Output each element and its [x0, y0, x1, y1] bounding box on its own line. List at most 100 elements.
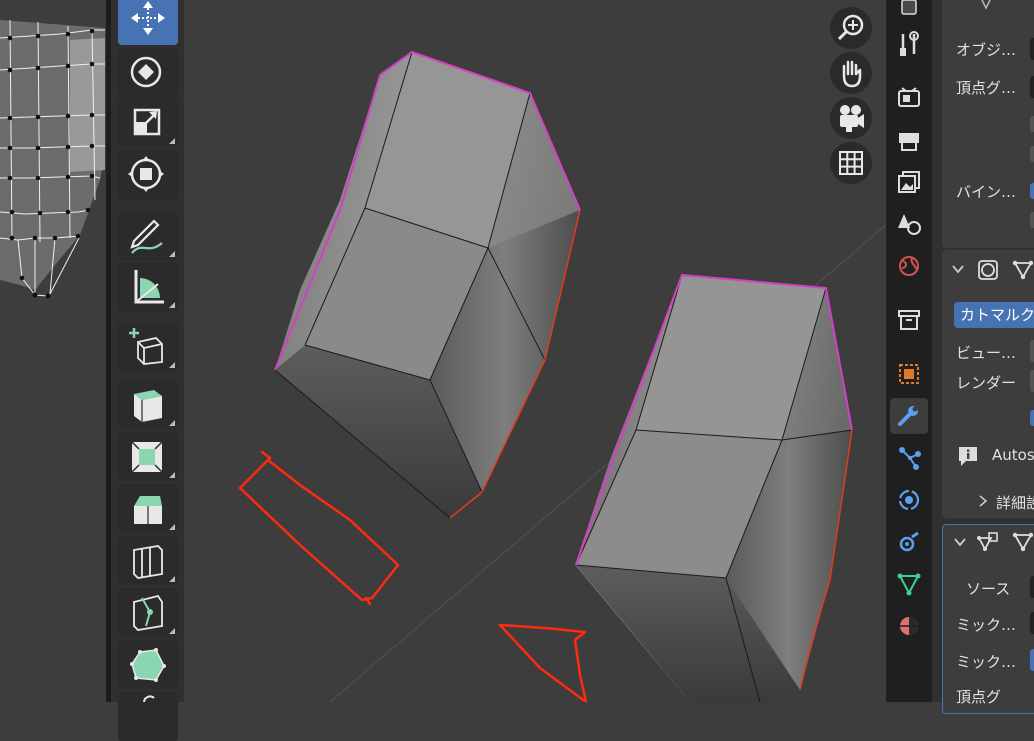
- toggle-ortho-button[interactable]: [830, 142, 872, 184]
- viewport-levels-field[interactable]: [1030, 340, 1034, 362]
- spin-icon: [143, 695, 155, 703]
- archive-box-icon: [898, 310, 920, 330]
- annotation-strokes: [238, 450, 588, 702]
- submenu-corner-icon: [169, 302, 175, 308]
- tab-object[interactable]: [890, 356, 928, 392]
- tab-scene[interactable]: [890, 206, 928, 242]
- catmull-clark-button[interactable]: カトマルク: [954, 302, 1034, 328]
- object-icon: [899, 364, 919, 384]
- tool-icon: [901, 0, 917, 15]
- submenu-corner-icon: [169, 251, 175, 257]
- chevron-down-icon[interactable]: [950, 262, 966, 276]
- chevron-right-icon[interactable]: [976, 493, 990, 509]
- physics-icon: [898, 489, 920, 511]
- measure-tool-button[interactable]: [118, 262, 178, 311]
- submenu-corner-icon: [169, 628, 175, 634]
- zoom-icon: [837, 14, 864, 41]
- modifier-icon: [981, 0, 991, 10]
- autosmooth-info-text: Autos: [992, 446, 1034, 464]
- option-checkbox-2[interactable]: [1030, 146, 1034, 162]
- object-field[interactable]: [1030, 38, 1034, 60]
- bind-label: バイン…: [956, 183, 1017, 201]
- rotate-icon: [130, 56, 162, 88]
- mix-factor-field[interactable]: [1030, 649, 1034, 671]
- submenu-corner-icon: [169, 576, 175, 582]
- add-cube-tool-button[interactable]: [118, 322, 178, 371]
- material-icon: [900, 617, 918, 635]
- grid-icon: [839, 151, 863, 175]
- transform-icon: [128, 156, 164, 192]
- render-levels-label: レンダー: [956, 374, 1017, 392]
- tab-collection[interactable]: [890, 302, 928, 338]
- camera-view-button[interactable]: [830, 97, 872, 139]
- transform-tool-button[interactable]: [118, 150, 178, 199]
- mix-mode-label: ミック…: [956, 616, 1017, 634]
- mesh-data-icon: [897, 573, 921, 596]
- option-checkbox-1[interactable]: [1030, 116, 1034, 132]
- properties-editor: オブジ… 頂点グ… バイン… カトマルク ビュー… レンダー Autos 詳細設: [932, 0, 1034, 714]
- extrude-tool-button[interactable]: [118, 380, 178, 429]
- wrench-icon: [898, 406, 918, 426]
- bind-checkbox[interactable]: [1030, 183, 1034, 199]
- background-mesh: [0, 19, 105, 297]
- tab-constraints[interactable]: [890, 524, 928, 560]
- properties-tab-strip: [886, 0, 932, 702]
- modifier-panel-1: [942, 0, 1034, 248]
- annotate-tool-button[interactable]: [118, 211, 178, 260]
- particles-icon: [899, 447, 921, 470]
- submenu-corner-icon: [169, 362, 175, 368]
- advanced-subpanel-label[interactable]: 詳細設: [996, 492, 1034, 513]
- optimal-display-checkbox[interactable]: [1030, 410, 1034, 426]
- loop-cut-tool-button[interactable]: [118, 536, 178, 585]
- vertex-group-label-2: 頂点グ: [956, 688, 1002, 706]
- render-levels-field[interactable]: [1030, 370, 1034, 392]
- edit-mode-toggle-icon[interactable]: [1010, 258, 1034, 282]
- tab-modifiers[interactable]: [890, 398, 928, 434]
- scale-tool-button[interactable]: [118, 98, 178, 147]
- chevron-down-icon[interactable]: [952, 535, 968, 549]
- camera-icon: [840, 105, 864, 132]
- tab-active-tool[interactable]: [890, 0, 928, 26]
- bevel-tool-button[interactable]: [118, 484, 178, 533]
- poly-build-icon: [130, 648, 166, 682]
- knife-tool-button[interactable]: [118, 588, 178, 637]
- wrench-screwdriver-icon: [900, 31, 919, 56]
- tab-render[interactable]: [890, 80, 928, 116]
- edit-mode-toggle-icon[interactable]: [1010, 530, 1034, 554]
- tab-tool-settings[interactable]: [890, 26, 928, 62]
- mix-mode-field[interactable]: [1030, 612, 1034, 634]
- tab-physics[interactable]: [890, 482, 928, 518]
- tab-material[interactable]: [890, 608, 928, 644]
- tab-output[interactable]: [890, 122, 928, 158]
- subdivision-surface-icon: [978, 260, 998, 280]
- tab-particles[interactable]: [890, 440, 928, 476]
- option-checkbox-3[interactable]: [1030, 212, 1034, 228]
- tab-object-data[interactable]: [890, 566, 928, 602]
- vertex-group-label: 頂点グ…: [956, 79, 1017, 97]
- source-field[interactable]: [1030, 576, 1034, 598]
- info-icon: [959, 447, 977, 466]
- move-tool-button[interactable]: [118, 0, 178, 45]
- submenu-corner-icon: [169, 420, 175, 426]
- hand-pan-icon: [842, 60, 862, 88]
- world-icon: [899, 256, 919, 276]
- zoom-button[interactable]: [830, 7, 872, 49]
- tab-view-layer[interactable]: [890, 164, 928, 200]
- rotate-tool-button[interactable]: [118, 48, 178, 97]
- tab-world[interactable]: [890, 248, 928, 284]
- data-transfer-icon: [977, 532, 998, 551]
- render-icon: [898, 87, 920, 107]
- submenu-corner-icon: [169, 472, 175, 478]
- source-label: ソース: [966, 580, 1011, 598]
- mix-factor-label: ミック…: [956, 653, 1017, 671]
- poly-build-tool-button[interactable]: [118, 640, 178, 689]
- move-icon: [131, 1, 165, 35]
- submenu-corner-icon: [169, 138, 175, 144]
- inset-tool-button[interactable]: [118, 432, 178, 481]
- mesh-object-1: [274, 50, 581, 519]
- pan-button[interactable]: [830, 52, 872, 94]
- spin-tool-button[interactable]: [118, 692, 178, 741]
- object-label: オブジ…: [956, 41, 1017, 59]
- vertex-group-field[interactable]: [1030, 76, 1034, 98]
- scene-icon: [898, 214, 921, 235]
